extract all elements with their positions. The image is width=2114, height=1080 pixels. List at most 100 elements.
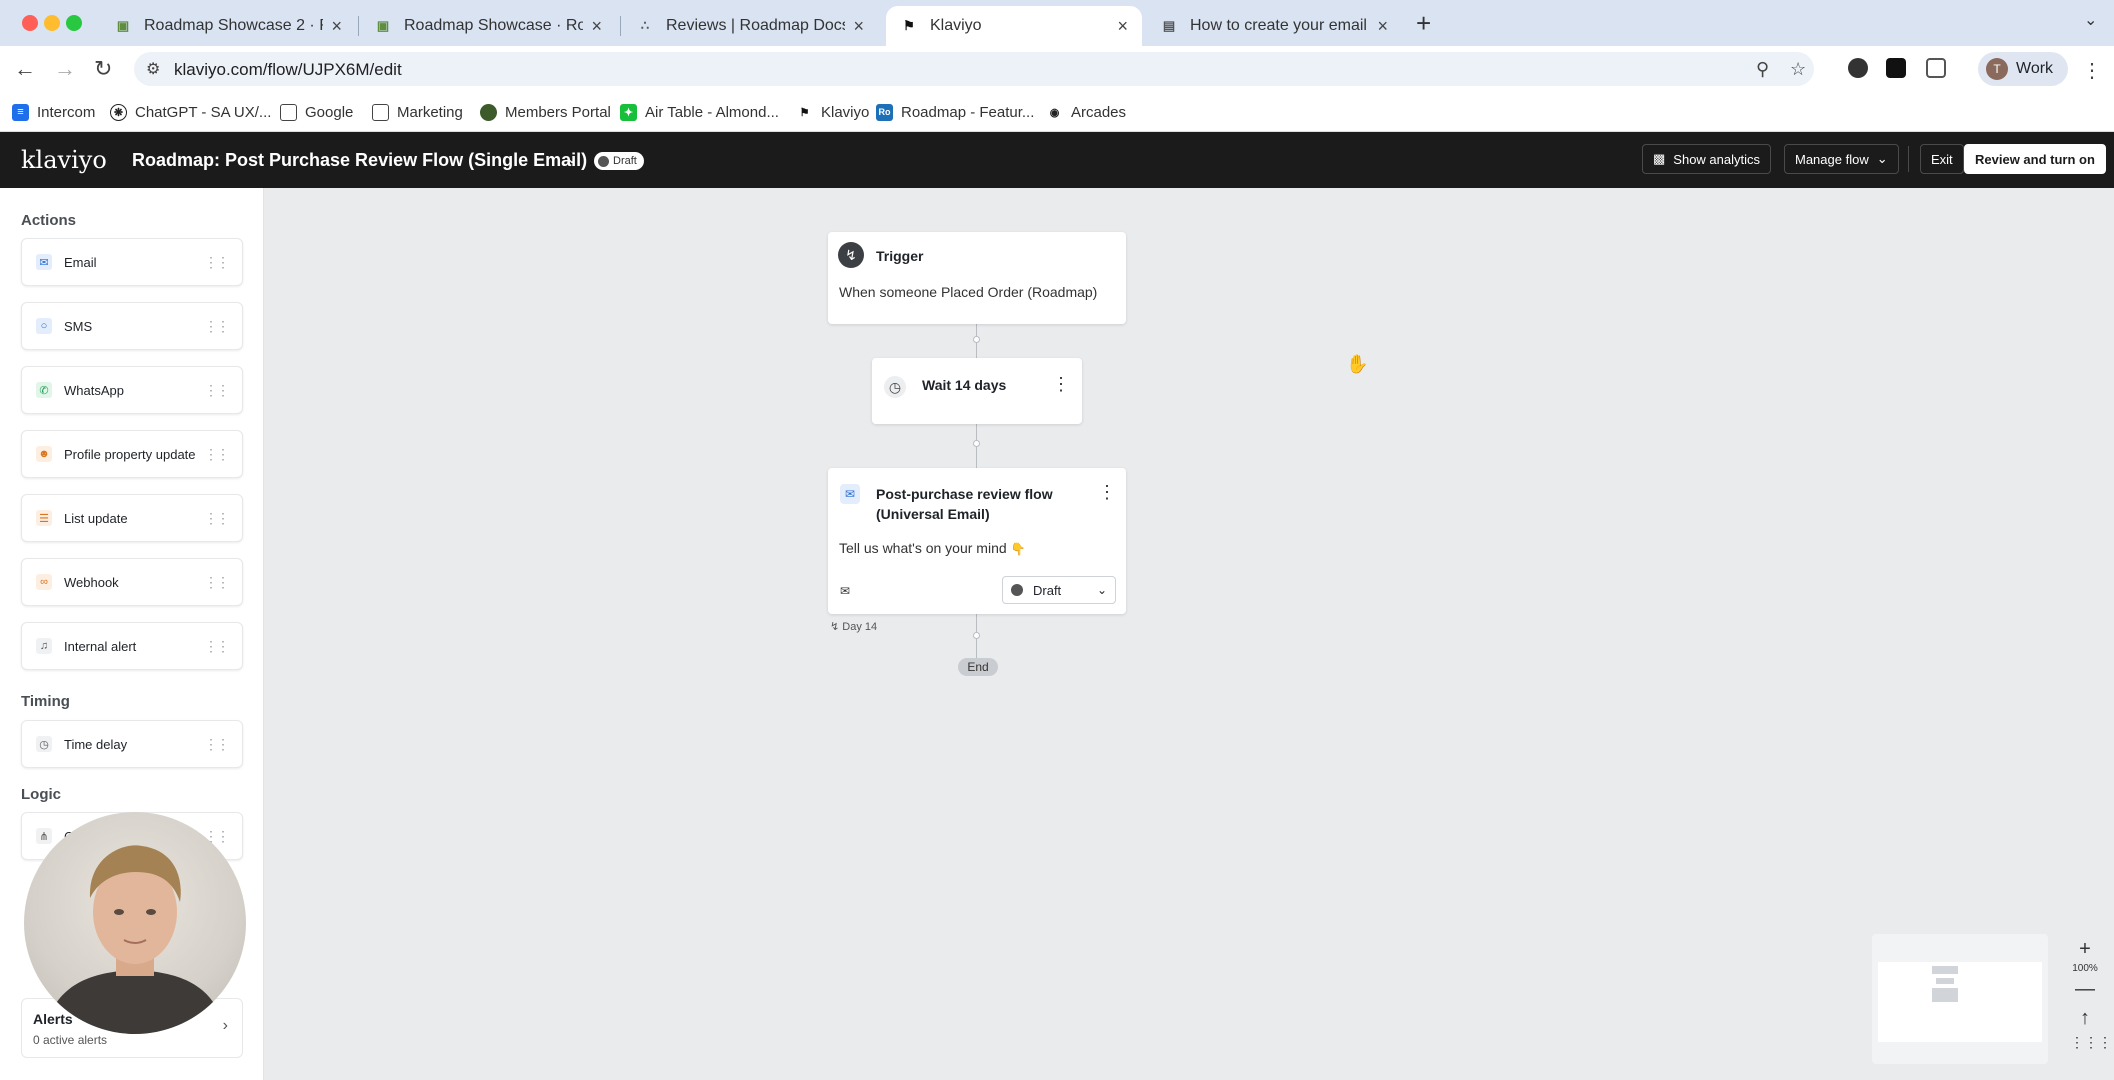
bookmark-airtable[interactable]: ✦ Air Table - Almond... <box>620 100 779 124</box>
bookmark-members-portal[interactable]: Members Portal <box>480 100 611 124</box>
show-analytics-button[interactable]: ▩ Show analytics <box>1642 144 1772 174</box>
browser-tab-3[interactable]: ∴ Reviews | Roadmap Docs × <box>622 6 878 46</box>
maximize-window-button[interactable] <box>66 15 82 31</box>
bookmark-label: Arcades <box>1071 103 1127 121</box>
drag-handle-icon[interactable]: ⋮⋮ <box>204 736 230 753</box>
bookmark-roadmap[interactable]: Ro Roadmap - Featur... <box>876 100 1034 124</box>
bookmark-arcades[interactable]: ◉ Arcades <box>1046 100 1126 124</box>
zoom-in-button[interactable]: + <box>2070 938 2100 961</box>
bookmark-marketing[interactable]: Marketing <box>372 100 463 124</box>
email-status-dropdown[interactable]: Draft ⌄ <box>1002 576 1116 604</box>
action-list-update[interactable]: ☰ List update ⋮⋮ <box>21 494 243 542</box>
forward-button[interactable]: → <box>54 56 76 82</box>
zoom-magnifier-icon[interactable]: ⚲ <box>1756 59 1769 80</box>
extension-icon[interactable] <box>1848 58 1868 78</box>
drag-handle-icon[interactable]: ⋮⋮ <box>204 638 230 655</box>
extensions-puzzle-icon[interactable] <box>1926 58 1946 78</box>
bookmark-intercom[interactable]: ≡ Intercom <box>12 100 95 124</box>
tab-title: Reviews | Roadmap Docs <box>666 17 846 34</box>
trigger-description: When someone Placed Order (Roadmap) <box>839 284 1098 300</box>
close-tab-icon[interactable]: × <box>331 16 342 37</box>
action-profile-property-update[interactable]: ☻ Profile property update ⋮⋮ <box>21 430 243 478</box>
drag-handle-icon[interactable]: ⋮⋮ <box>204 254 230 271</box>
drag-handle-icon[interactable]: ⋮⋮ <box>204 510 230 527</box>
klaviyo-logo[interactable]: klaviyo <box>21 146 107 174</box>
mail-icon: ✉ <box>840 484 860 504</box>
reload-button[interactable]: ↻ <box>94 56 112 82</box>
exit-button[interactable]: Exit <box>1920 144 1964 174</box>
docs-icon: ∴ <box>640 18 650 33</box>
new-tab-button[interactable]: + <box>1416 8 1431 39</box>
action-label: WhatsApp <box>64 382 124 398</box>
action-whatsapp[interactable]: ✆ WhatsApp ⋮⋮ <box>21 366 243 414</box>
email-subject: Tell us what's on your mind 👇 <box>839 540 1025 556</box>
trigger-node[interactable]: ↯ Trigger When someone Placed Order (Roa… <box>828 232 1126 324</box>
minimize-window-button[interactable] <box>44 15 60 31</box>
close-tab-icon[interactable]: × <box>1117 16 1128 37</box>
action-label: Internal alert <box>64 638 137 654</box>
profile-button[interactable]: T Work <box>1978 52 2068 86</box>
bookmark-klaviyo[interactable]: ⚑ Klaviyo <box>796 100 869 124</box>
minimap-viewport <box>1878 962 2042 1042</box>
email-node[interactable]: ✉ Post-purchase review flow (Universal E… <box>828 468 1126 614</box>
bookmark-label: Klaviyo <box>821 103 870 121</box>
browser-tab-2[interactable]: ▣ Roadmap Showcase · Roadmap × <box>360 6 616 46</box>
connector-dot <box>973 336 980 343</box>
time-delay-node[interactable]: ◷ Wait 14 days ⋮ <box>872 358 1082 424</box>
action-webhook[interactable]: ∞ Webhook ⋮⋮ <box>21 558 243 606</box>
chevron-right-icon: › <box>222 1017 228 1034</box>
node-menu-icon[interactable]: ⋮ <box>1052 374 1070 395</box>
browser-menu-icon[interactable]: ⋮ <box>2082 58 2102 83</box>
manage-flow-button[interactable]: Manage flow ⌄ <box>1784 144 1899 174</box>
tab-title: Roadmap Showcase 2 · Roadmap <box>144 17 323 34</box>
action-internal-alert[interactable]: ♫ Internal alert ⋮⋮ <box>21 622 243 670</box>
flow-title[interactable]: Roadmap: Post Purchase Review Flow (Sing… <box>132 150 587 171</box>
close-window-button[interactable] <box>22 15 38 31</box>
grid-icon[interactable]: ⋮⋮⋮ <box>2070 1034 2112 1051</box>
action-time-delay[interactable]: ◷ Time delay ⋮⋮ <box>21 720 243 768</box>
mail-icon: ✉ <box>36 254 52 270</box>
chatgpt-icon: ❋ <box>110 103 127 121</box>
extension-pen-icon[interactable] <box>1886 58 1906 78</box>
email-title: Post-purchase review flow (Universal Ema… <box>876 484 1053 524</box>
browser-tab-active[interactable]: ⚑ Klaviyo × <box>886 6 1142 46</box>
browser-tab-1[interactable]: ▣ Roadmap Showcase 2 · Roadmap × <box>100 6 356 46</box>
bookmark-google[interactable]: Google <box>280 100 353 124</box>
drag-handle-icon[interactable]: ⋮⋮ <box>204 382 230 399</box>
bookmark-star-icon[interactable]: ☆ <box>1790 59 1806 80</box>
address-bar[interactable]: ⚙ klaviyo.com/flow/UJPX6M/edit ⚲ ☆ <box>134 52 1814 86</box>
flow-canvas[interactable]: ↯ Trigger When someone Placed Order (Roa… <box>264 188 2114 1080</box>
fit-to-top-button[interactable]: ↑ <box>2070 1007 2100 1030</box>
close-tab-icon[interactable]: × <box>591 16 602 37</box>
action-label: Profile property update <box>64 446 196 462</box>
bookmark-label: Air Table - Almond... <box>645 103 779 121</box>
airtable-icon: ✦ <box>620 103 637 121</box>
drag-handle-icon[interactable]: ⋮⋮ <box>204 574 230 591</box>
connector-line <box>976 424 977 472</box>
draft-status-icon <box>1011 584 1023 596</box>
node-menu-icon[interactable]: ⋮ <box>1098 482 1116 503</box>
lightning-icon: ↯ <box>838 242 864 268</box>
bookmark-label: Intercom <box>37 103 96 121</box>
close-tab-icon[interactable]: × <box>853 16 864 37</box>
zoom-out-button[interactable]: — <box>2070 978 2100 1001</box>
close-tab-icon[interactable]: × <box>1377 16 1388 37</box>
webhook-icon: ∞ <box>36 574 52 590</box>
wait-label: Wait 14 days <box>922 377 1007 393</box>
back-button[interactable]: ← <box>14 56 36 82</box>
tab-search-chevron-icon[interactable]: ⌄ <box>2084 10 2097 30</box>
minimap[interactable] <box>1872 934 2048 1064</box>
exit-label: Exit <box>1931 151 1953 167</box>
chevron-down-icon[interactable]: ⌄ <box>566 150 578 167</box>
review-and-turn-on-button[interactable]: Review and turn on <box>1964 144 2106 174</box>
site-settings-icon[interactable]: ⚙ <box>146 59 160 79</box>
action-email[interactable]: ✉ Email ⋮⋮ <box>21 238 243 286</box>
klaviyo-icon: ⚑ <box>796 103 813 121</box>
drag-handle-icon[interactable]: ⋮⋮ <box>204 446 230 463</box>
action-sms[interactable]: ○ SMS ⋮⋮ <box>21 302 243 350</box>
browser-tab-5[interactable]: ▤ How to create your email design × <box>1146 6 1402 46</box>
shopify-icon: ▣ <box>376 18 390 33</box>
bookmark-chatgpt[interactable]: ❋ ChatGPT - SA UX/... <box>110 100 271 124</box>
drag-handle-icon[interactable]: ⋮⋮ <box>204 318 230 335</box>
bookmark-label: ChatGPT - SA UX/... <box>135 103 272 121</box>
